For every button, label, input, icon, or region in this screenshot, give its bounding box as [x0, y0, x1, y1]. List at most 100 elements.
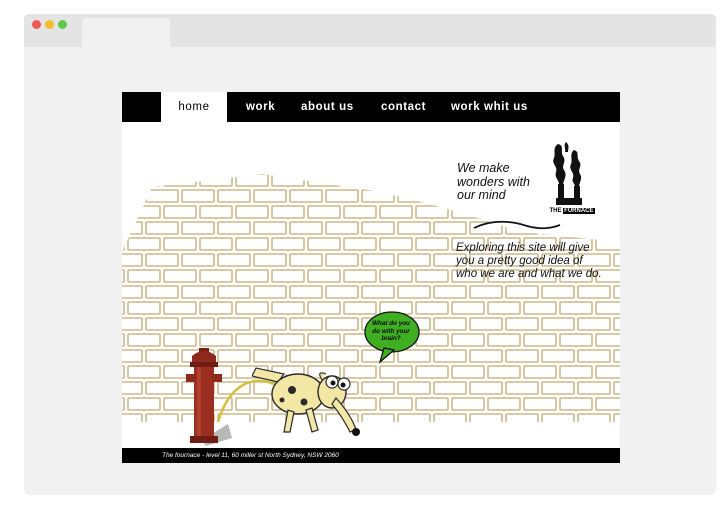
- brick: [253, 221, 287, 235]
- brick: [122, 269, 125, 283]
- brick: [122, 413, 143, 427]
- brick: [559, 333, 593, 347]
- brick: [253, 189, 287, 203]
- brick: [541, 349, 575, 363]
- nav-work[interactable]: work: [246, 92, 275, 122]
- brick: [577, 413, 611, 427]
- brick: [361, 189, 395, 203]
- brick: [127, 365, 161, 379]
- furnace-chimney-icon: [553, 142, 582, 205]
- brick: [541, 317, 575, 331]
- brick: [325, 317, 359, 331]
- brick: [127, 173, 161, 187]
- brick: [307, 269, 341, 283]
- logo-label-name: FURNACE: [563, 208, 595, 214]
- dog-illustration: [252, 367, 360, 436]
- brick: [487, 397, 521, 411]
- brick: [379, 237, 413, 251]
- brick: [122, 333, 125, 347]
- brick: [451, 205, 485, 219]
- brick: [595, 173, 620, 187]
- brick: [307, 205, 341, 219]
- brick: [163, 237, 197, 251]
- brick: [289, 221, 323, 235]
- brick: [271, 173, 305, 187]
- brick: [397, 285, 431, 299]
- brick: [181, 317, 215, 331]
- brick: [523, 397, 557, 411]
- brick: [379, 365, 413, 379]
- brick: [217, 189, 251, 203]
- brick: [289, 317, 323, 331]
- brick: [451, 365, 485, 379]
- nav-contact[interactable]: contact: [381, 92, 426, 122]
- brick: [163, 269, 197, 283]
- brick: [325, 253, 359, 267]
- brick: [271, 269, 305, 283]
- minimize-dot[interactable]: [45, 20, 54, 29]
- brick: [122, 381, 143, 395]
- brick: [469, 285, 503, 299]
- brick: [361, 253, 395, 267]
- brick: [379, 173, 413, 187]
- nav-about-us[interactable]: about us: [301, 92, 354, 122]
- nav-work-with-us[interactable]: work whit us: [451, 92, 528, 122]
- brick: [505, 285, 539, 299]
- brick: [505, 413, 539, 427]
- brick: [253, 253, 287, 267]
- brick: [595, 365, 620, 379]
- footer-address: The fournace - level 11, 60 miller st No…: [162, 452, 339, 459]
- brick: [415, 205, 449, 219]
- brick: [122, 205, 125, 219]
- brick: [235, 205, 269, 219]
- close-dot[interactable]: [32, 20, 41, 29]
- brick: [181, 285, 215, 299]
- brick: [595, 301, 620, 315]
- brick: [433, 221, 467, 235]
- brick: [613, 285, 620, 299]
- brick: [235, 301, 269, 315]
- brick: [127, 397, 161, 411]
- brick: [577, 349, 611, 363]
- brick: [163, 301, 197, 315]
- brick: [415, 173, 449, 187]
- brick: [217, 253, 251, 267]
- brick: [487, 301, 521, 315]
- brick: [122, 189, 143, 203]
- brick: [145, 285, 179, 299]
- brick: [145, 349, 179, 363]
- brick: [271, 205, 305, 219]
- brick: [613, 349, 620, 363]
- brick: [613, 317, 620, 331]
- brick: [127, 269, 161, 283]
- brick: [343, 237, 377, 251]
- swoosh-divider: [473, 220, 561, 230]
- brick: [181, 253, 215, 267]
- brick: [487, 333, 521, 347]
- brick: [217, 221, 251, 235]
- brick: [181, 189, 215, 203]
- brick: [343, 269, 377, 283]
- browser-tab[interactable]: [82, 18, 170, 48]
- brick: [469, 349, 503, 363]
- website-viewport: home work about us contact work whit us …: [122, 92, 620, 463]
- brick: [577, 381, 611, 395]
- brick: [541, 413, 575, 427]
- brick: [523, 301, 557, 315]
- maximize-dot[interactable]: [58, 20, 67, 29]
- brick: [127, 333, 161, 347]
- brick: [127, 237, 161, 251]
- nav-home[interactable]: home: [161, 92, 227, 122]
- brick: [307, 173, 341, 187]
- brick: [122, 253, 143, 267]
- brick: [199, 173, 233, 187]
- furnace-logo[interactable]: THE FURNACE: [546, 140, 598, 218]
- hero-tagline: Exploring this site will give you a pret…: [456, 242, 602, 280]
- brick: [361, 221, 395, 235]
- brick: [199, 301, 233, 315]
- brick: [122, 349, 143, 363]
- brick: [433, 285, 467, 299]
- brick: [271, 237, 305, 251]
- brick: [325, 285, 359, 299]
- brick: [122, 237, 125, 251]
